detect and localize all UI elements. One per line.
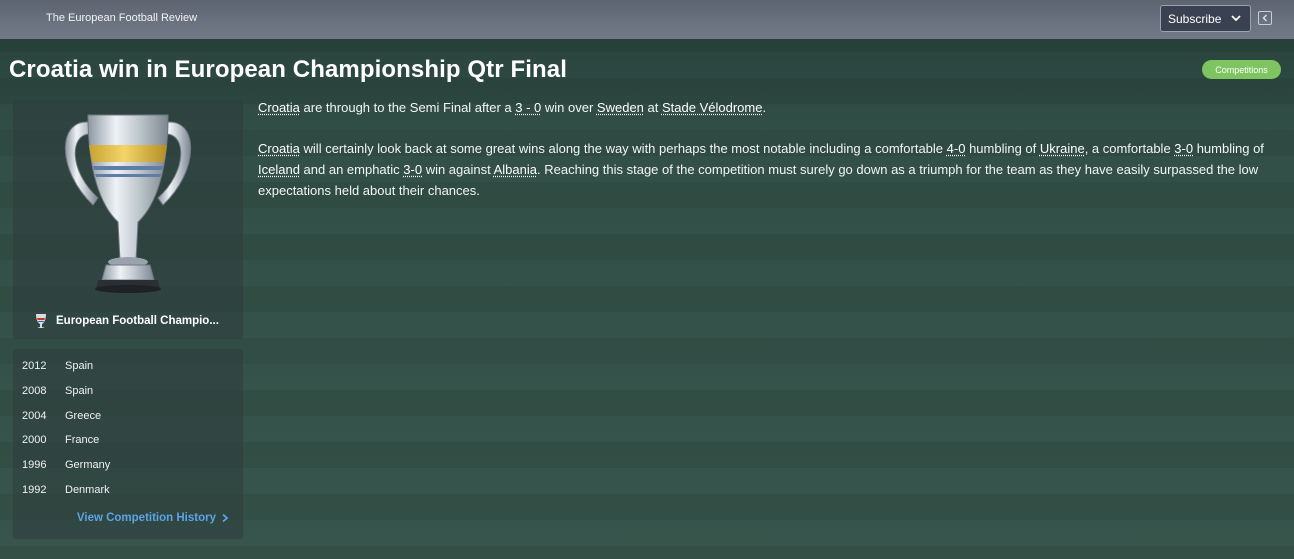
view-history-label: View Competition History (76, 512, 216, 524)
history-year: 1996 (22, 459, 47, 471)
article-text: and an emphatic (299, 162, 404, 177)
history-row: 1992 Denmark (22, 484, 110, 496)
article-text: humbling of (1193, 141, 1264, 156)
article-text: . (762, 100, 767, 115)
history-row: 1996 Germany (22, 459, 110, 471)
score-link[interactable]: 3-0 (403, 162, 422, 177)
publication-title: The European Football Review (46, 12, 198, 24)
opponent-link[interactable]: Iceland (258, 162, 300, 177)
competition-history-panel: 2012 Spain 2008 Spain 2004 Greece 2000 F… (13, 349, 243, 539)
collapse-panel-button[interactable] (1258, 11, 1272, 25)
chevron-right-icon (222, 513, 229, 523)
chevron-down-icon (1231, 15, 1241, 22)
article-text: at (643, 100, 662, 115)
article-body: Croatia are through to the Semi Final af… (258, 97, 1268, 221)
article-headline: Croatia win in European Championship Qtr… (9, 56, 567, 83)
history-winner[interactable]: Greece (65, 410, 101, 422)
score-link[interactable]: 3-0 (1174, 141, 1193, 156)
opponent-link[interactable]: Ukraine (1040, 141, 1085, 156)
competitions-badge[interactable]: Competitions (1202, 60, 1281, 79)
article-text: , a comfortable (1084, 141, 1175, 156)
article-text: win against (422, 162, 494, 177)
history-winner[interactable]: Spain (65, 360, 93, 372)
article-text: win over (541, 100, 597, 115)
view-competition-history-link[interactable]: View Competition History (77, 512, 230, 524)
competition-logo-icon (36, 314, 46, 328)
subscribe-button[interactable]: Subscribe (1160, 5, 1251, 32)
team-link[interactable]: Croatia (258, 100, 300, 115)
history-year: 2000 (22, 434, 47, 446)
history-year: 1992 (22, 484, 47, 496)
history-row: 2004 Greece (22, 410, 101, 422)
top-bar: The European Football Review Subscribe (0, 0, 1294, 39)
score-link[interactable]: 3 - 0 (515, 100, 541, 115)
article-paragraph-1: Croatia are through to the Semi Final af… (258, 97, 1268, 118)
article-paragraph-2: Croatia will certainly look back at some… (258, 138, 1268, 201)
competition-panel: European Football Champio... (13, 100, 243, 339)
history-row: 2000 France (22, 434, 99, 446)
competition-name: European Football Champio... (56, 315, 219, 327)
history-row: 2012 Spain (22, 360, 93, 372)
competition-name-row[interactable]: European Football Champio... (33, 312, 219, 330)
history-winner[interactable]: Germany (65, 459, 110, 471)
history-winner[interactable]: Denmark (65, 484, 110, 496)
article-text: are through to the Semi Final after a (299, 100, 516, 115)
history-winner[interactable]: Spain (65, 385, 93, 397)
article-text: will certainly look back at some great w… (299, 141, 947, 156)
history-year: 2008 (22, 385, 47, 397)
opponent-link[interactable]: Albania (494, 162, 537, 177)
history-winner[interactable]: France (65, 434, 99, 446)
history-year: 2004 (22, 410, 47, 422)
article-text: humbling of (965, 141, 1040, 156)
history-year: 2012 (22, 360, 47, 372)
score-link[interactable]: 4-0 (947, 141, 966, 156)
trophy-icon (64, 114, 192, 293)
collapse-panel-icon (1262, 14, 1268, 22)
opponent-link[interactable]: Sweden (597, 100, 644, 115)
subscribe-label: Subscribe (1168, 11, 1222, 26)
stadium-link[interactable]: Stade Vélodrome (662, 100, 762, 115)
history-row: 2008 Spain (22, 385, 93, 397)
team-link[interactable]: Croatia (258, 141, 300, 156)
